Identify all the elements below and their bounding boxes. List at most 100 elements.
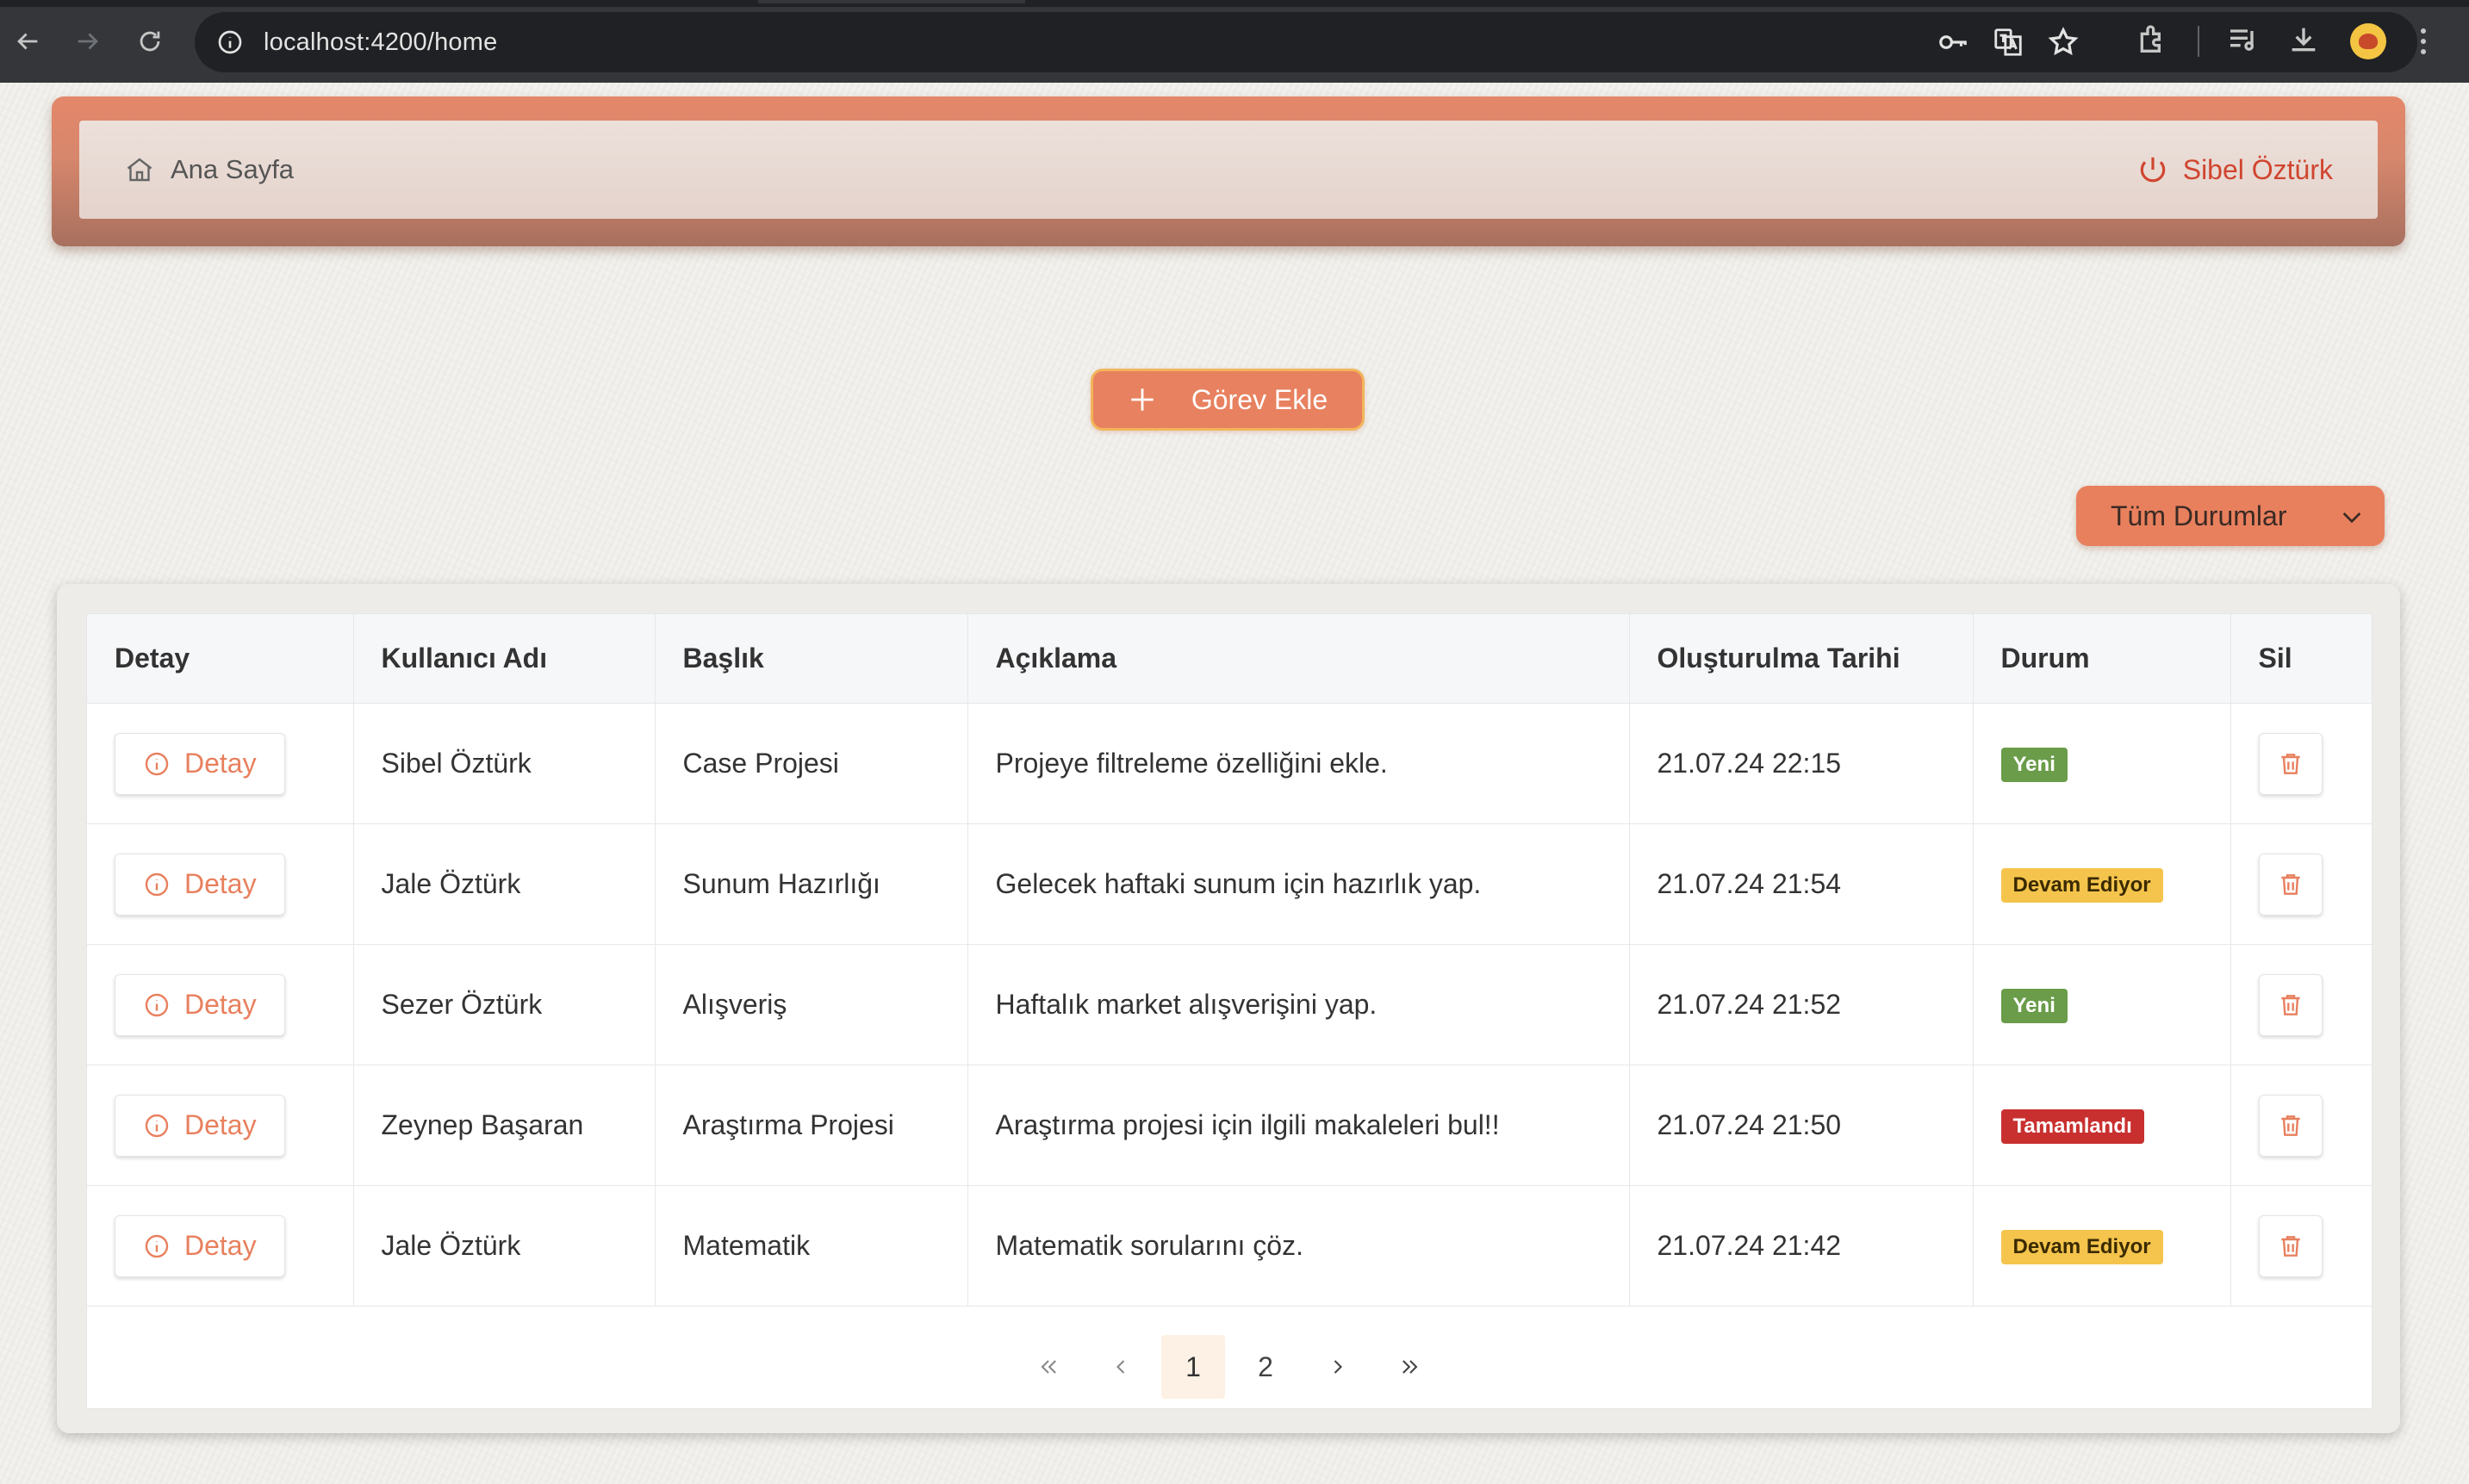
cell-created: 21.07.24 22:15 <box>1629 703 1974 824</box>
detail-button[interactable]: Detay <box>115 973 285 1036</box>
delete-button[interactable] <box>2258 1214 2323 1277</box>
cell-username: Sibel Öztürk <box>353 703 656 824</box>
power-icon[interactable] <box>2136 153 2169 186</box>
trash-icon <box>2280 994 2300 1015</box>
first-page-button[interactable] <box>1017 1335 1080 1399</box>
reload-icon[interactable] <box>127 19 172 64</box>
detail-button-label: Detay <box>184 989 257 1020</box>
table-row: Detay Jale Öztürk Matematik Matematik so… <box>87 1185 2372 1307</box>
delete-button[interactable] <box>2258 1094 2323 1157</box>
detail-button[interactable]: Detay <box>115 732 285 795</box>
delete-button[interactable] <box>2258 973 2323 1036</box>
table-row: Detay Sibel Öztürk Case Projesi Projeye … <box>87 703 2372 824</box>
info-icon <box>145 752 169 775</box>
cell-created: 21.07.24 21:50 <box>1629 1065 1974 1186</box>
cell-description: Gelecek haftaki sunum için hazırlık yap. <box>967 823 1630 945</box>
app-header: Ana Sayfa Sibel Öztürk <box>52 96 2405 246</box>
cell-username: Zeynep Başaran <box>353 1065 656 1186</box>
chevron-right-icon <box>1334 1360 1342 1374</box>
cell-title: Sunum Hazırlığı <box>655 823 968 945</box>
forward-icon[interactable] <box>65 19 110 64</box>
pagination: 1 2 <box>87 1326 2372 1407</box>
detail-button[interactable]: Detay <box>115 1214 285 1277</box>
home-link[interactable]: Ana Sayfa <box>124 154 294 185</box>
home-icon <box>127 158 152 182</box>
app-page: Ana Sayfa Sibel Öztürk Görev Ekle Tüm Du… <box>0 83 2469 1484</box>
browser-toolbar: localhost:4200/home <box>0 0 2469 83</box>
col-header-delete: Sil <box>2230 614 2372 704</box>
detail-button-label: Detay <box>184 1109 257 1140</box>
home-label[interactable]: Ana Sayfa <box>171 154 294 185</box>
detail-button[interactable]: Detay <box>115 853 285 916</box>
page-button-1[interactable]: 1 <box>1161 1335 1225 1399</box>
toolbar-separator <box>2198 26 2199 57</box>
double-chevron-left-icon <box>1041 1360 1056 1374</box>
cell-title: Matematik <box>655 1185 968 1307</box>
cell-created: 21.07.24 21:52 <box>1629 944 1974 1065</box>
delete-button[interactable] <box>2258 732 2323 795</box>
tasks-card: Detay Kullanıcı Adı Başlık Açıklama Oluş… <box>57 584 2400 1433</box>
cell-username: Jale Öztürk <box>353 1185 656 1307</box>
cell-description: Projeye filtreleme özelliğini ekle. <box>967 703 1630 824</box>
bookmark-star-icon[interactable] <box>2047 26 2080 59</box>
profile-avatar[interactable] <box>2350 23 2386 59</box>
last-page-button[interactable] <box>1378 1335 1442 1399</box>
info-icon <box>145 872 169 896</box>
table-row: Detay Zeynep Başaran Araştırma Projesi A… <box>87 1065 2372 1186</box>
browser-menu-icon[interactable] <box>2419 24 2436 59</box>
detail-button[interactable]: Detay <box>115 1094 285 1157</box>
media-playlist-icon[interactable] <box>2226 22 2264 60</box>
delete-button[interactable] <box>2258 853 2323 916</box>
detail-button-label: Detay <box>184 748 257 779</box>
col-header-title: Başlık <box>655 614 968 704</box>
cell-title: Alışveriş <box>655 944 968 1065</box>
trash-icon <box>2280 1115 2300 1136</box>
next-page-button[interactable] <box>1306 1335 1370 1399</box>
trash-icon <box>2280 873 2300 895</box>
translate-icon[interactable] <box>1992 26 2024 59</box>
header-bar: Ana Sayfa Sibel Öztürk <box>79 121 2378 219</box>
info-icon <box>145 1114 169 1137</box>
status-badge: Tamamlandı <box>2000 1108 2144 1144</box>
tab-strip <box>0 0 2469 7</box>
logout-link[interactable]: Sibel Öztürk <box>2136 153 2333 186</box>
status-badge: Yeni <box>2000 988 2068 1023</box>
cell-title: Case Projesi <box>655 703 968 824</box>
back-icon[interactable] <box>5 19 50 64</box>
chevron-left-icon <box>1116 1360 1125 1374</box>
status-filter-select[interactable]: Tüm Durumlar <box>2076 486 2385 546</box>
plus-icon <box>1131 388 1154 411</box>
table-row: Detay Jale Öztürk Sunum Hazırlığı Gelece… <box>87 823 2372 945</box>
prev-page-button[interactable] <box>1089 1335 1153 1399</box>
cell-description: Matematik sorularını çöz. <box>967 1185 1630 1307</box>
url-text[interactable]: localhost:4200/home <box>264 28 497 57</box>
col-header-username: Kullanıcı Adı <box>353 614 656 704</box>
user-name[interactable]: Sibel Öztürk <box>2183 154 2333 186</box>
cell-created: 21.07.24 21:42 <box>1629 1185 1974 1307</box>
cell-description: Araştırma projesi için ilgili makaleleri… <box>967 1065 1630 1186</box>
tasks-table: Detay Kullanıcı Adı Başlık Açıklama Oluş… <box>87 614 2372 1307</box>
cell-description: Haftalık market alışverişini yap. <box>967 944 1630 1065</box>
detail-button-label: Detay <box>184 1230 257 1261</box>
add-task-label: Görev Ekle <box>1191 383 1328 415</box>
page-button-2[interactable]: 2 <box>1234 1335 1297 1399</box>
cell-username: Jale Öztürk <box>353 823 656 945</box>
col-header-created: Oluşturulma Tarihi <box>1629 614 1974 704</box>
status-badge: Yeni <box>2000 747 2068 782</box>
chevron-down-icon <box>2342 512 2361 524</box>
address-bar[interactable]: localhost:4200/home <box>195 12 2417 72</box>
cell-title: Araştırma Projesi <box>655 1065 968 1186</box>
site-info-icon[interactable] <box>212 24 248 60</box>
status-badge: Devam Ediyor <box>2000 867 2163 903</box>
add-task-button[interactable]: Görev Ekle <box>1091 369 1365 431</box>
col-header-detail: Detay <box>87 614 354 704</box>
password-key-icon[interactable] <box>1937 26 1969 59</box>
downloads-icon[interactable] <box>2286 22 2324 60</box>
double-chevron-right-icon <box>1402 1360 1418 1374</box>
col-header-status: Durum <box>1973 614 2231 704</box>
extensions-icon[interactable] <box>2135 22 2173 60</box>
table-row: Detay Sezer Öztürk Alışveriş Haftalık ma… <box>87 944 2372 1065</box>
cell-username: Sezer Öztürk <box>353 944 656 1065</box>
tasks-table-panel: Detay Kullanıcı Adı Başlık Açıklama Oluş… <box>86 613 2373 1409</box>
col-header-description: Açıklama <box>967 614 1630 704</box>
